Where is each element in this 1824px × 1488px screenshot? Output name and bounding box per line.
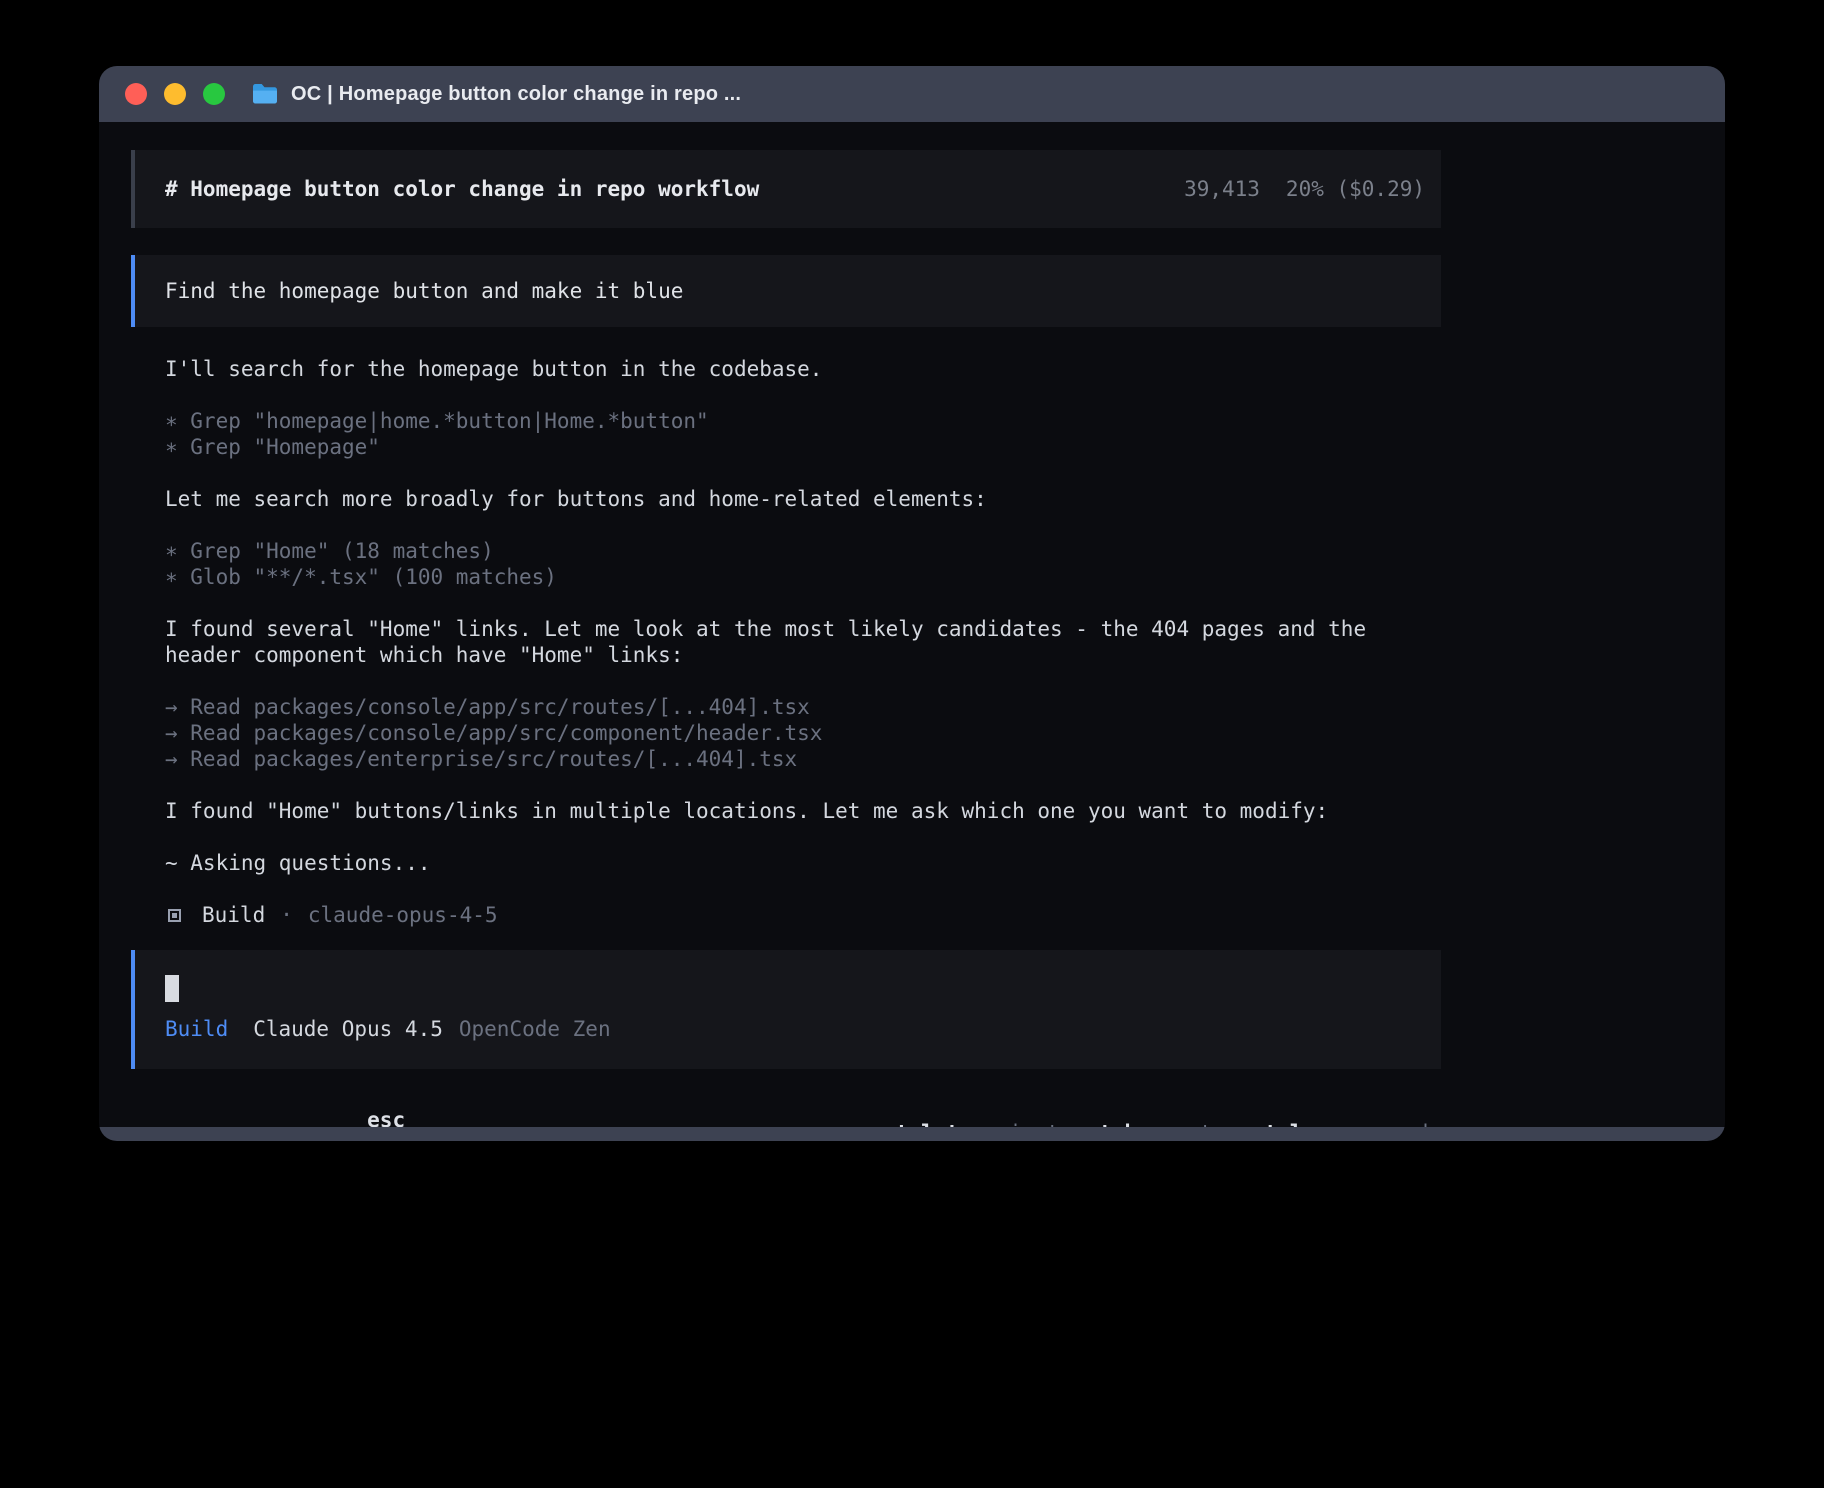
tool-call-group: → Read packages/console/app/src/routes/[… <box>165 694 1725 772</box>
input-meta-row: Build Claude Opus 4.5 OpenCode Zen <box>165 1017 1411 1041</box>
tool-call-read-line: → Read packages/console/app/src/routes/[… <box>165 694 1725 720</box>
agent-status-line: Build · claude-opus-4-5 <box>165 902 1725 928</box>
tool-call-grep-line: ∗ Grep "Home" (18 matches) <box>165 538 1725 564</box>
assistant-status: ~ Asking questions... <box>165 850 1725 876</box>
prompt-input[interactable]: Build Claude Opus 4.5 OpenCode Zen <box>131 950 1441 1069</box>
assistant-text-line: I found several "Home" links. Let me loo… <box>165 616 1725 642</box>
mode-badge[interactable]: Build <box>165 1017 228 1041</box>
user-message-text: Find the homepage button and make it blu… <box>165 279 683 303</box>
window-title: OC | Homepage button color change in rep… <box>291 83 741 106</box>
close-button[interactable] <box>125 83 147 105</box>
agent-icon <box>168 909 181 922</box>
tool-call-glob-line: ∗ Glob "**/*.tsx" (100 matches) <box>165 564 1725 590</box>
tool-call-read-line: → Read packages/console/app/src/componen… <box>165 720 1725 746</box>
tool-call-grep-line: ∗ Grep "homepage|home.*button|Home.*butt… <box>165 408 1725 434</box>
folder-icon <box>251 83 279 105</box>
assistant-message: Let me search more broadly for buttons a… <box>165 486 1725 512</box>
terminal-content: # Homepage button color change in repo w… <box>99 122 1725 1141</box>
asking-questions-line: ~ Asking questions... <box>165 850 1725 876</box>
tool-call-group: ∗ Grep "Home" (18 matches) ∗ Glob "**/*.… <box>165 538 1725 590</box>
assistant-message: I found "Home" buttons/links in multiple… <box>165 798 1725 824</box>
minimize-button[interactable] <box>164 83 186 105</box>
tool-call-grep-line: ∗ Grep "Homepage" <box>165 434 1725 460</box>
session-header: # Homepage button color change in repo w… <box>131 150 1441 228</box>
agent-model: claude-opus-4-5 <box>308 902 498 928</box>
tool-call-group: ∗ Grep "homepage|home.*button|Home.*butt… <box>165 408 1725 460</box>
window-bottom-chrome <box>99 1127 1725 1141</box>
zoom-button[interactable] <box>203 83 225 105</box>
assistant-message: I found several "Home" links. Let me loo… <box>165 616 1725 668</box>
tool-call-read-line: → Read packages/enterprise/src/routes/[.… <box>165 746 1725 772</box>
user-message: Find the homepage button and make it blu… <box>131 255 1441 327</box>
separator-dot: · <box>280 902 293 928</box>
provider-name: OpenCode Zen <box>459 1017 611 1041</box>
assistant-text-line: I found "Home" buttons/links in multiple… <box>165 798 1725 824</box>
agent-name: Build <box>202 902 265 928</box>
session-title: # Homepage button color change in repo w… <box>165 177 759 201</box>
titlebar: OC | Homepage button color change in rep… <box>99 66 1725 122</box>
assistant-text-line: Let me search more broadly for buttons a… <box>165 486 1725 512</box>
transcript: I'll search for the homepage button in t… <box>131 356 1725 928</box>
assistant-text-line: header component which have "Home" links… <box>165 642 1725 668</box>
model-name: Claude Opus 4.5 <box>253 1017 443 1041</box>
text-cursor <box>165 975 179 1002</box>
assistant-text-line: I'll search for the homepage button in t… <box>165 356 1725 382</box>
terminal-window: OC | Homepage button color change in rep… <box>99 66 1725 1141</box>
traffic-lights <box>125 83 225 105</box>
assistant-message: I'll search for the homepage button in t… <box>165 356 1725 382</box>
session-stats: 39,413 20% ($0.29) <box>1184 177 1425 201</box>
context-usage: 20% ($0.29) <box>1286 177 1425 201</box>
token-count: 39,413 <box>1184 177 1260 201</box>
